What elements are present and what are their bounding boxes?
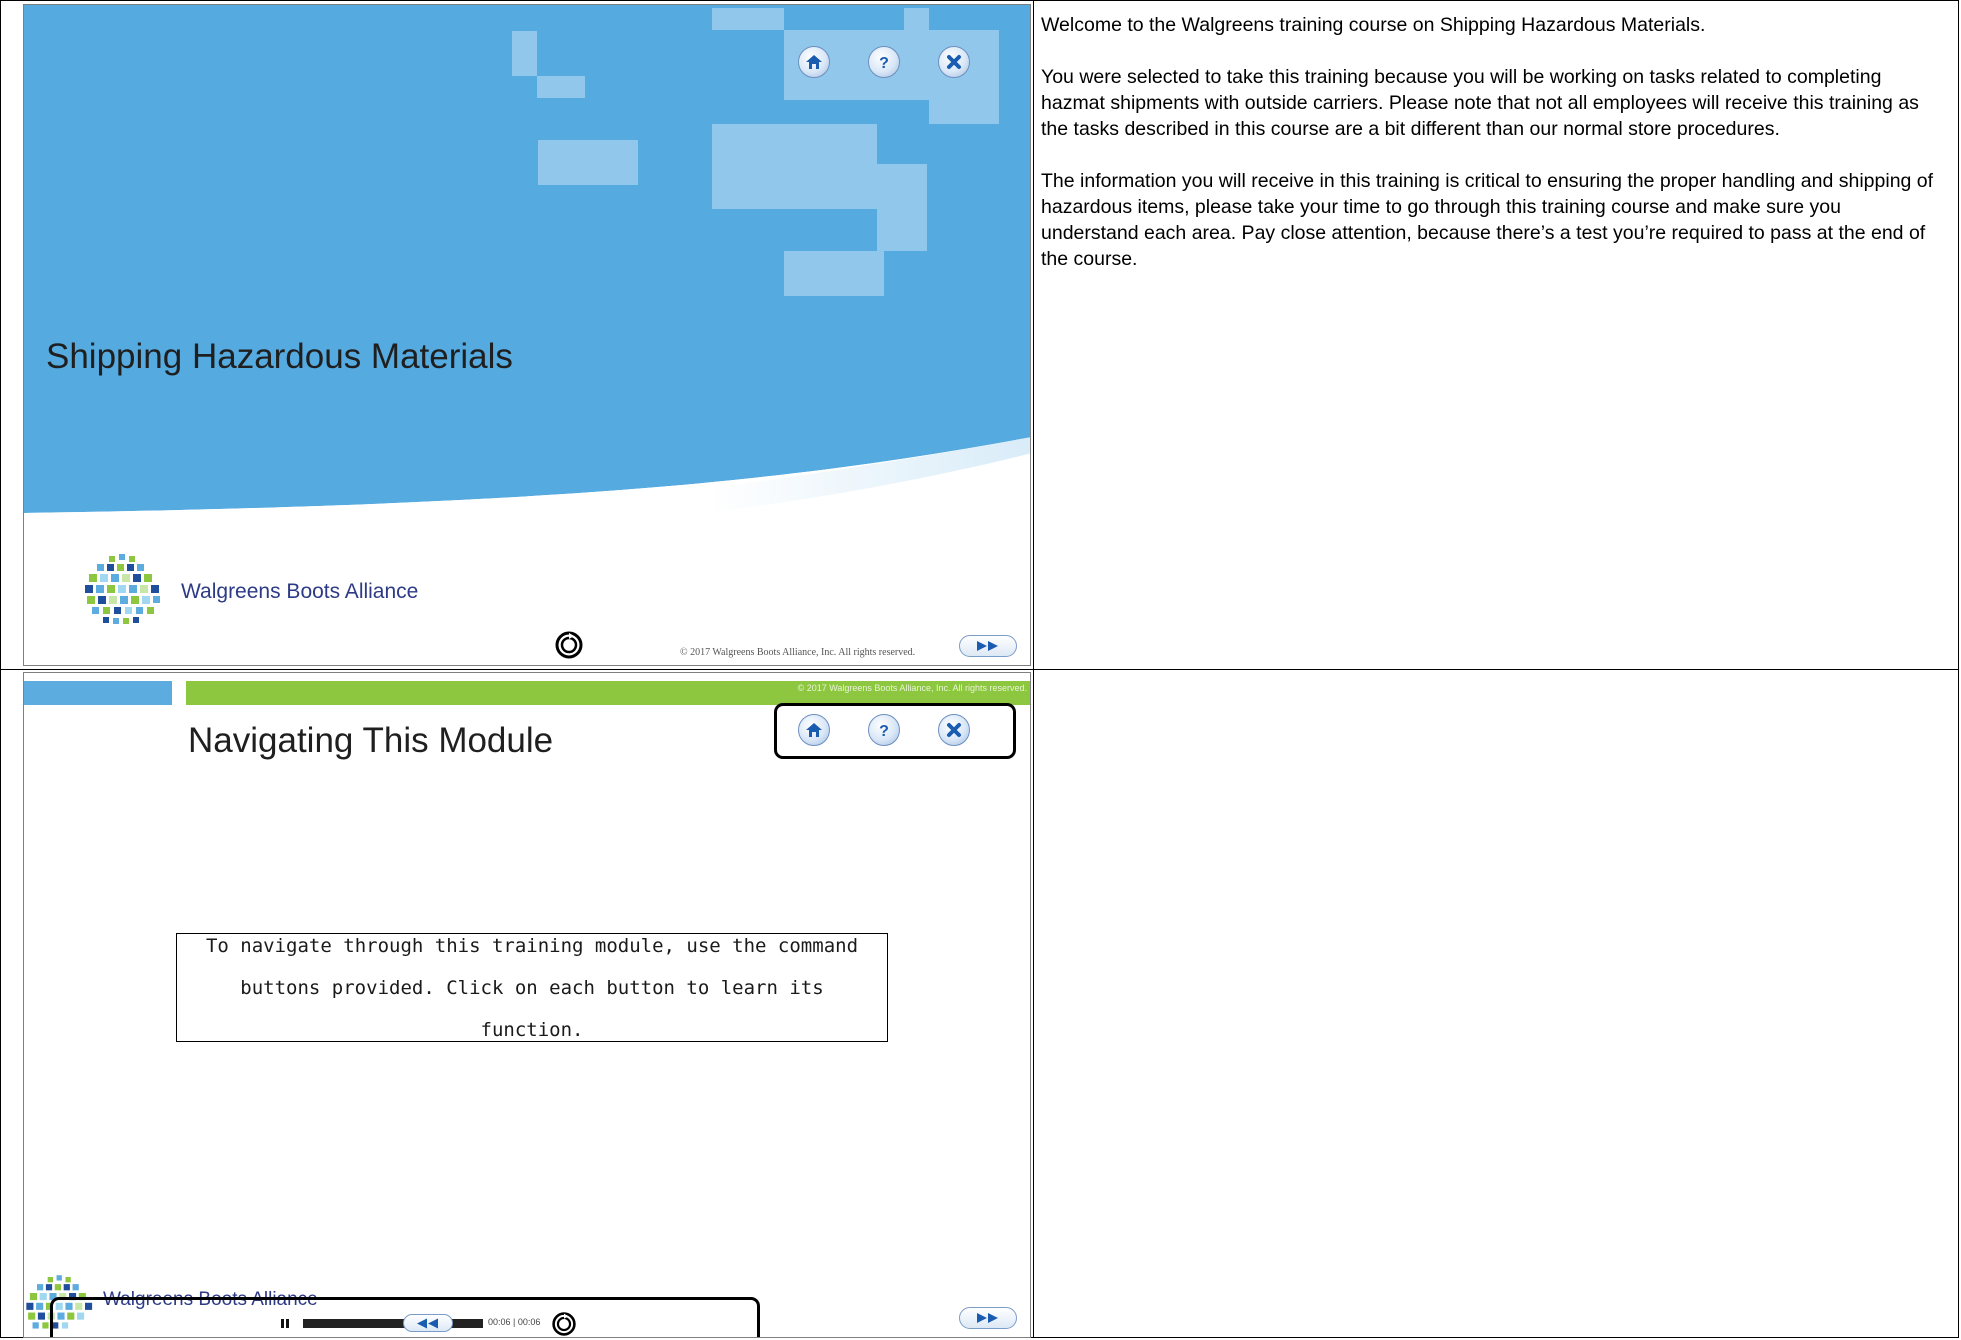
- fast-forward-icon: [977, 641, 998, 651]
- playback-controls-highlight: [50, 1297, 760, 1337]
- instruction-box: To navigate through this training module…: [176, 933, 888, 1042]
- svg-text:?: ?: [879, 55, 889, 71]
- notes-paragraph: The information you will receive in this…: [1041, 170, 1934, 270]
- decor-square: [784, 251, 884, 296]
- copyright-text: © 2017 Walgreens Boots Alliance, Inc. Al…: [680, 647, 916, 658]
- replay-icon[interactable]: [554, 630, 584, 660]
- home-icon: [806, 55, 822, 69]
- slide-title: Shipping Hazardous Materials: [46, 337, 513, 376]
- nav-buttons: ?: [798, 46, 970, 78]
- decor-square: [712, 8, 784, 30]
- decor-square: [538, 140, 638, 185]
- globe-logo-icon: [85, 554, 160, 624]
- instruction-text: To navigate through this training module…: [205, 934, 859, 1041]
- next-button[interactable]: [959, 635, 1017, 657]
- decor-square: [512, 31, 537, 76]
- table-cell-notes-2: [1033, 669, 1959, 1338]
- decor-square: [712, 124, 877, 209]
- nav-buttons-highlight: [774, 703, 1016, 759]
- narration-notes: Welcome to the Walgreens training course…: [1041, 12, 1941, 298]
- home-button[interactable]: [798, 46, 830, 78]
- help-button[interactable]: ?: [868, 46, 900, 78]
- close-icon: [947, 55, 961, 69]
- help-icon: ?: [879, 55, 889, 71]
- slide-title: Navigating This Module: [188, 721, 554, 760]
- navigation-slide: © 2017 Walgreens Boots Alliance, Inc. Al…: [23, 672, 1031, 1338]
- notes-paragraph: You were selected to take this training …: [1041, 66, 1919, 140]
- exit-button[interactable]: [938, 46, 970, 78]
- title-slide: ? Shipping Hazardous Materials Walgreens…: [23, 4, 1031, 666]
- notes-paragraph: Welcome to the Walgreens training course…: [1041, 14, 1706, 36]
- logo-text: Walgreens Boots Alliance: [181, 580, 419, 603]
- top-bar-accent: [24, 681, 172, 705]
- top-bar-gap: [172, 681, 186, 705]
- next-button[interactable]: [959, 1307, 1017, 1329]
- fast-forward-icon: [977, 1313, 998, 1323]
- decor-square: [877, 164, 927, 251]
- copyright-text: © 2017 Walgreens Boots Alliance, Inc. Al…: [797, 683, 1027, 693]
- decor-square: [537, 76, 585, 98]
- walgreens-logo: Walgreens Boots Alliance: [79, 552, 418, 632]
